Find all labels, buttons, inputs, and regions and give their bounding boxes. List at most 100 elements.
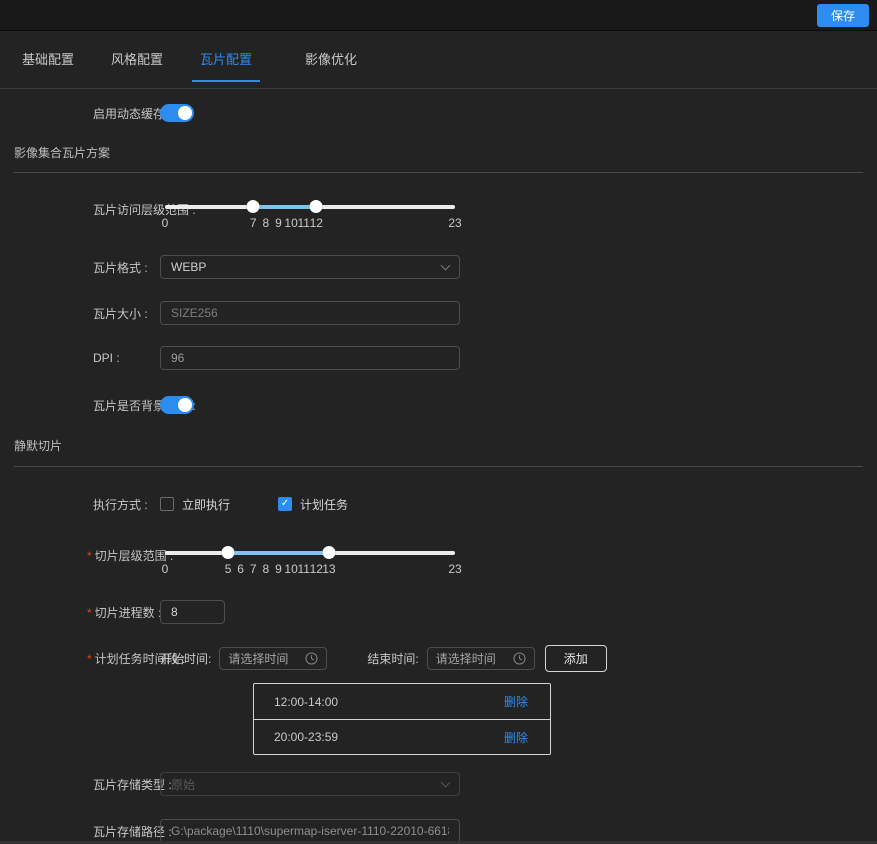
slider-selected-range xyxy=(253,205,316,209)
transparent-bg-label: 瓦片是否背景透明 : xyxy=(0,397,160,414)
dpi-row: DPI : 96 xyxy=(0,346,877,370)
checkbox-icon[interactable]: ✓ xyxy=(278,497,292,511)
checkbox-label: 立即执行 xyxy=(182,496,230,513)
chevron-down-icon xyxy=(441,777,451,787)
access-level-range-slider: 078910111223 xyxy=(160,199,460,230)
checkbox-label: 计划任务 xyxy=(300,496,348,513)
required-asterisk: * xyxy=(87,606,92,620)
schedule-period-label: *计划任务时间段 : xyxy=(0,650,160,667)
tab-basic-config[interactable]: 基础配置 xyxy=(14,49,82,88)
delete-link[interactable]: 删除 xyxy=(504,729,528,746)
storage-type-label: 瓦片存储类型 : xyxy=(0,776,160,793)
end-time-input[interactable]: 请选择时间 xyxy=(427,647,535,670)
clock-icon xyxy=(513,652,526,665)
dynamic-cache-row: 启用动态缓存 : xyxy=(0,101,877,125)
storage-type-value: 原始 xyxy=(171,776,195,793)
required-asterisk: * xyxy=(87,549,92,563)
checkbox-scheduled-task[interactable]: ✓ 计划任务 xyxy=(278,496,348,513)
toggle-knob xyxy=(178,106,192,120)
slice-level-range-row: *切片层级范围 : 0567891011121323 xyxy=(0,545,877,581)
slider-track[interactable] xyxy=(165,205,455,209)
storage-type-select: 原始 xyxy=(160,772,460,796)
execution-mode-options: ✓ 立即执行 ✓ 计划任务 xyxy=(160,496,348,513)
slice-level-range-label: *切片层级范围 : xyxy=(0,545,160,564)
tile-size-row: 瓦片大小 : SIZE256 xyxy=(0,301,877,325)
slider-handle-min[interactable] xyxy=(247,200,260,213)
slider-handle-max[interactable] xyxy=(322,546,335,559)
tile-format-row: 瓦片格式 : WEBP xyxy=(0,255,877,279)
access-level-range-row: 瓦片访问层级范围 : 078910111223 xyxy=(0,199,877,235)
section-divider xyxy=(14,466,863,467)
dynamic-cache-label: 启用动态缓存 : xyxy=(0,105,160,122)
slider-tick-label: 0 xyxy=(162,562,169,576)
slice-level-range-slider: 0567891011121323 xyxy=(160,545,460,576)
slider-tick-label: 12 xyxy=(310,216,323,230)
schedule-time: 12:00-14:00 xyxy=(274,695,338,709)
slider-tick-labels: 0567891011121323 xyxy=(165,562,455,576)
add-time-period-button[interactable]: 添加 xyxy=(545,645,607,672)
slider-tick-label: 0 xyxy=(162,216,169,230)
dpi-value: 96 xyxy=(171,351,184,365)
slider-tick-label: 11 xyxy=(297,562,309,576)
checkbox-immediate-execution[interactable]: ✓ 立即执行 xyxy=(160,496,230,513)
dpi-label: DPI : xyxy=(0,351,160,365)
slider-tick-label: 23 xyxy=(448,562,461,576)
slider-tick-label: 12 xyxy=(310,562,323,576)
tab-style-config[interactable]: 风格配置 xyxy=(103,49,171,88)
slider-tick-label: 8 xyxy=(263,562,270,576)
tab-bar: 基础配置 风格配置 瓦片配置 影像优化 xyxy=(0,31,877,89)
slider-handle-min[interactable] xyxy=(222,546,235,559)
storage-type-row: 瓦片存储类型 : 原始 xyxy=(0,772,877,796)
slider-tick-label: 6 xyxy=(237,562,244,576)
toggle-knob xyxy=(178,398,192,412)
execution-mode-row: 执行方式 : ✓ 立即执行 ✓ 计划任务 xyxy=(0,492,877,516)
top-bar: 保存 xyxy=(0,0,877,31)
schedule-row: 12:00-14:00 删除 xyxy=(254,684,550,719)
schedule-time: 20:00-23:59 xyxy=(274,730,338,744)
section-image-tile-scheme: 影像集合瓦片方案 xyxy=(0,144,877,159)
transparent-bg-toggle[interactable] xyxy=(160,396,194,414)
schedule-period-row: *计划任务时间段 : 开始时间: 请选择时间 结束时间: 请选择时间 添加 xyxy=(0,645,877,672)
slider-tick-label: 23 xyxy=(448,216,461,230)
slice-process-count-input[interactable]: 8 xyxy=(160,600,225,624)
tile-size-input[interactable]: SIZE256 xyxy=(160,301,460,325)
start-time-placeholder: 请选择时间 xyxy=(228,650,288,667)
required-asterisk: * xyxy=(87,652,92,666)
storage-path-row: 瓦片存储路径 : G:\package\1110\supermap-iserve… xyxy=(0,819,877,843)
tab-tile-config[interactable]: 瓦片配置 xyxy=(192,49,260,88)
slider-handle-max[interactable] xyxy=(310,200,323,213)
tab-image-optimization[interactable]: 影像优化 xyxy=(297,49,365,88)
delete-link[interactable]: 删除 xyxy=(504,693,528,710)
slider-tick-label: 9 xyxy=(275,216,282,230)
tile-format-label: 瓦片格式 : xyxy=(0,259,160,276)
access-level-range-label: 瓦片访问层级范围 : xyxy=(0,199,160,218)
tile-format-value: WEBP xyxy=(171,260,206,274)
slider-track[interactable] xyxy=(165,551,455,555)
slider-tick-label: 10 xyxy=(284,562,297,576)
storage-path-input[interactable]: G:\package\1110\supermap-iserver-1110-22… xyxy=(160,819,460,843)
execution-mode-label: 执行方式 : xyxy=(0,496,160,513)
checkbox-icon[interactable]: ✓ xyxy=(160,497,174,511)
slice-process-count-label: *切片进程数 : xyxy=(0,604,160,621)
chevron-down-icon xyxy=(441,260,451,270)
slider-tick-label: 11 xyxy=(297,216,309,230)
start-time-label: 开始时间: xyxy=(160,650,211,667)
tile-format-select[interactable]: WEBP xyxy=(160,255,460,279)
tile-size-value: SIZE256 xyxy=(171,306,218,320)
slider-tick-label: 5 xyxy=(225,562,232,576)
save-button[interactable]: 保存 xyxy=(817,4,869,27)
transparent-bg-row: 瓦片是否背景透明 : xyxy=(0,393,877,417)
slider-tick-label: 7 xyxy=(250,562,257,576)
dynamic-cache-toggle[interactable] xyxy=(160,104,194,122)
start-time-input[interactable]: 请选择时间 xyxy=(219,647,327,670)
slider-tick-label: 8 xyxy=(263,216,270,230)
slider-tick-label: 9 xyxy=(275,562,282,576)
end-time-placeholder: 请选择时间 xyxy=(436,650,496,667)
check-icon: ✓ xyxy=(281,499,289,509)
storage-path-value: G:\package\1110\supermap-iserver-1110-22… xyxy=(171,824,449,838)
slice-process-count-row: *切片进程数 : 8 xyxy=(0,600,877,624)
section-silent-tiling: 静默切片 xyxy=(0,437,877,452)
end-time-label: 结束时间: xyxy=(367,650,418,667)
dpi-input[interactable]: 96 xyxy=(160,346,460,370)
storage-path-label: 瓦片存储路径 : xyxy=(0,823,160,840)
